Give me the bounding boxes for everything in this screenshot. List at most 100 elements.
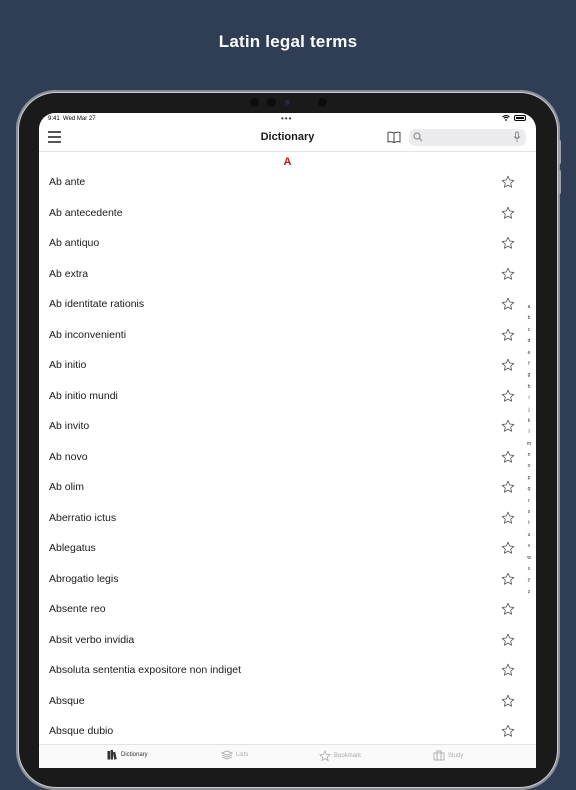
term-row[interactable]: Absque <box>39 686 536 717</box>
term-row[interactable]: Aberratio ictus <box>39 503 536 534</box>
bookmark-star-icon[interactable] <box>501 633 515 647</box>
term-row[interactable]: Ab initio mundi <box>39 381 536 412</box>
alphabet-index-letter[interactable]: d <box>528 336 531 347</box>
term-label: Absit verbo invidia <box>49 633 135 646</box>
alphabet-index-letter[interactable]: j <box>528 405 529 416</box>
alphabet-index-letter[interactable]: m <box>527 439 531 450</box>
term-row[interactable]: Ab olim <box>39 472 536 503</box>
bookmark-star-icon[interactable] <box>501 358 515 372</box>
term-row[interactable]: Ab initio <box>39 350 536 381</box>
sensor-dot <box>267 98 276 107</box>
multitask-dots[interactable]: ••• <box>281 114 292 123</box>
alphabet-index-letter[interactable]: l <box>528 427 529 438</box>
lists-icon <box>221 750 233 760</box>
bookmark-star-icon[interactable] <box>501 602 515 616</box>
term-label: Absoluta sententia expositore non indige… <box>49 664 242 676</box>
term-label: Ab antiquo <box>49 237 100 249</box>
term-row[interactable]: Ablegatus <box>39 533 536 564</box>
tab-label: Study <box>448 752 464 759</box>
bookmark-star-icon[interactable] <box>501 480 515 494</box>
alphabet-index-letter[interactable]: w <box>527 553 531 564</box>
alphabet-index-letter[interactable]: t <box>528 518 529 529</box>
term-row[interactable]: Ab invito <box>39 411 536 442</box>
alphabet-index-letter[interactable]: h <box>528 382 531 393</box>
bookmark-star-icon[interactable] <box>501 572 515 586</box>
promo-title: Latin legal terms <box>218 32 358 51</box>
tab-label: Lists <box>236 752 249 758</box>
bookmark-star-icon[interactable] <box>501 541 515 555</box>
sensor-dot <box>318 98 327 107</box>
bookmark-star-icon[interactable] <box>501 206 515 220</box>
tab-bookmark[interactable]: Bookmark <box>319 750 361 762</box>
navigation-bar: Dictionary <box>39 125 536 152</box>
term-row[interactable]: Absque dubio <box>39 716 536 747</box>
alphabet-index-letter[interactable]: c <box>528 325 531 336</box>
alphabet-index-letter[interactable]: i <box>528 393 529 404</box>
term-row[interactable]: Abrogatio legis <box>39 564 536 595</box>
bookmark-star-icon[interactable] <box>501 297 515 311</box>
search-field[interactable] <box>409 129 526 146</box>
alphabet-index-letter[interactable]: k <box>528 416 531 427</box>
term-row[interactable]: Ab antecedente <box>39 198 536 229</box>
bookmark-star-icon[interactable] <box>501 267 515 281</box>
term-label: Ab ante <box>49 176 86 188</box>
term-label: Ab inconvenienti <box>49 328 127 341</box>
bookmark-star-icon[interactable] <box>501 175 515 189</box>
bookmark-star-icon[interactable] <box>501 419 515 433</box>
alphabet-index-letter[interactable]: a <box>528 302 531 313</box>
alphabet-index-letter[interactable]: n <box>528 450 531 461</box>
term-label: Absente reo <box>49 603 106 615</box>
bookmark-star-icon[interactable] <box>501 724 515 738</box>
bookmark-star-icon[interactable] <box>501 236 515 250</box>
camera-icon <box>285 100 290 105</box>
alphabet-index-letter[interactable]: g <box>528 370 531 381</box>
term-row[interactable]: Absente reo <box>39 594 536 625</box>
alphabet-index-letter[interactable]: y <box>528 575 531 586</box>
alphabet-index-letter[interactable]: e <box>528 348 531 359</box>
alphabet-index-letter[interactable]: o <box>528 461 531 472</box>
alphabet-index-letter[interactable]: v <box>528 541 531 552</box>
app-screen: 9:41 Wed Mar 27 ••• Dictionary A Ab ante… <box>39 113 536 768</box>
term-row[interactable]: Absit verbo invidia <box>39 625 536 656</box>
alphabet-index-letter[interactable]: z <box>528 587 531 598</box>
term-label: Ablegatus <box>49 542 96 554</box>
term-row[interactable]: Ab inconvenienti <box>39 320 536 351</box>
term-label: Ab olim <box>49 481 85 493</box>
alphabet-index-letter[interactable]: f <box>528 359 529 370</box>
book-icon[interactable] <box>387 130 401 144</box>
microphone-icon[interactable] <box>513 131 521 143</box>
term-label: Aberratio ictus <box>49 511 117 524</box>
alphabet-index-letter[interactable]: q <box>528 484 531 495</box>
alphabet-index-letter[interactable]: p <box>528 473 531 484</box>
term-row[interactable]: Ab antiquo <box>39 228 536 259</box>
term-row[interactable]: Ab identitate rationis <box>39 289 536 320</box>
term-label: Ab initio <box>49 359 87 371</box>
bookmark-star-icon[interactable] <box>501 694 515 708</box>
term-label: Ab identitate rationis <box>49 298 145 310</box>
bookmark-star-icon[interactable] <box>501 450 515 464</box>
alphabet-index-letter[interactable]: x <box>528 564 531 575</box>
term-row[interactable]: Ab novo <box>39 442 536 473</box>
tab-lists[interactable]: Lists <box>221 750 248 760</box>
term-label: Ab extra <box>49 267 89 280</box>
alphabet-index-letter[interactable]: r <box>528 496 530 507</box>
term-list: Ab ante Ab antecedente Ab antiquo Ab extra A… <box>39 167 536 747</box>
term-row[interactable]: Ab extra <box>39 259 536 290</box>
term-label: Ab initio mundi <box>49 389 118 402</box>
alphabet-index[interactable]: abcdefghijklmnopqrstuvwxyz <box>525 302 533 598</box>
bookmark-star-icon[interactable] <box>501 511 515 525</box>
term-row[interactable]: Ab ante <box>39 167 536 198</box>
status-time: 9:41 Wed Mar 27 <box>48 116 96 122</box>
alphabet-index-letter[interactable]: b <box>528 313 531 324</box>
search-input[interactable] <box>424 131 508 146</box>
tab-study[interactable]: Study <box>433 750 463 761</box>
wifi-icon <box>502 115 510 121</box>
alphabet-index-letter[interactable]: u <box>528 530 531 541</box>
tab-dictionary[interactable]: Dictionary <box>107 750 148 760</box>
term-row[interactable]: Absoluta sententia expositore non indige… <box>39 655 536 686</box>
bookmark-star-icon[interactable] <box>501 328 515 342</box>
bookmark-star-icon[interactable] <box>501 389 515 403</box>
alphabet-index-letter[interactable]: s <box>528 507 531 518</box>
bookmark-star-icon[interactable] <box>501 663 515 677</box>
volume-button <box>558 170 561 194</box>
